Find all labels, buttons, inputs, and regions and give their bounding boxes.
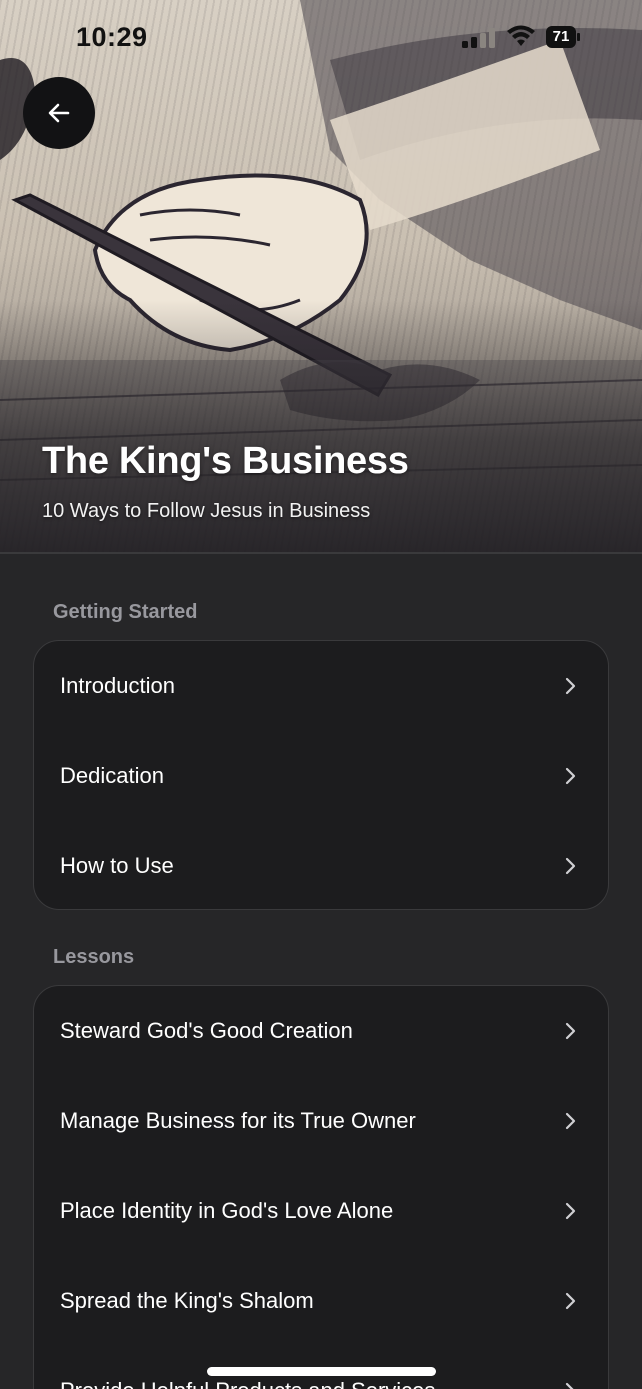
list-item-label: Spread the King's Shalom: [60, 1288, 314, 1313]
list-item-label: Introduction: [60, 673, 175, 698]
list-item-steward-creation[interactable]: Steward God's Good Creation: [34, 986, 608, 1076]
list-item-label: Provide Helpful Products and Services: [60, 1378, 564, 1389]
lessons-card: Steward God's Good Creation Manage Busin…: [33, 985, 609, 1389]
wifi-icon: [507, 25, 535, 46]
battery-icon: 71: [546, 26, 580, 48]
back-button[interactable]: [23, 77, 95, 149]
list-item-label: Steward God's Good Creation: [60, 1018, 353, 1043]
status-bar: 10:29 71: [0, 0, 642, 80]
page-subtitle: 10 Ways to Follow Jesus in Business: [42, 500, 371, 522]
arrow-left-icon: [48, 103, 70, 123]
list-item-dedication[interactable]: Dedication: [34, 731, 608, 821]
home-indicator[interactable]: [207, 1367, 436, 1376]
section-header-getting-started: Getting Started: [53, 601, 198, 623]
list-item-label: Dedication: [60, 763, 164, 788]
signal-icon: [462, 28, 495, 48]
chevron-right-icon: [565, 1202, 576, 1220]
chevron-right-icon: [565, 1022, 576, 1040]
list-item-label: Manage Business for its True Owner: [60, 1108, 416, 1133]
list-item-place-identity[interactable]: Place Identity in God's Love Alone: [34, 1166, 608, 1256]
hero-divider: [0, 552, 642, 554]
hero-banner: 10:29 71 The King's Business 10 Ways to …: [0, 0, 642, 554]
list-item-label: Place Identity in God's Love Alone: [60, 1198, 394, 1223]
chevron-right-icon: [565, 1292, 576, 1310]
list-item-manage-business[interactable]: Manage Business for its True Owner: [34, 1076, 608, 1166]
chevron-right-icon: [565, 1382, 574, 1389]
list-item-how-to-use[interactable]: How to Use: [34, 821, 608, 909]
chevron-right-icon: [565, 677, 576, 695]
getting-started-card: Introduction Dedication How to Use: [33, 640, 609, 910]
chevron-right-icon: [565, 857, 576, 875]
chevron-right-icon: [565, 767, 576, 785]
chevron-right-icon: [565, 1112, 576, 1130]
lesson-list-screen: 10:29 71 The King's Business 10 Ways to …: [0, 0, 642, 1389]
page-title: The King's Business: [42, 440, 409, 482]
status-time: 10:29: [76, 22, 148, 52]
section-header-lessons: Lessons: [53, 946, 135, 968]
list-item-label: How to Use: [60, 853, 174, 878]
list-item-introduction[interactable]: Introduction: [34, 641, 608, 731]
list-item-spread-shalom[interactable]: Spread the King's Shalom: [34, 1256, 608, 1346]
